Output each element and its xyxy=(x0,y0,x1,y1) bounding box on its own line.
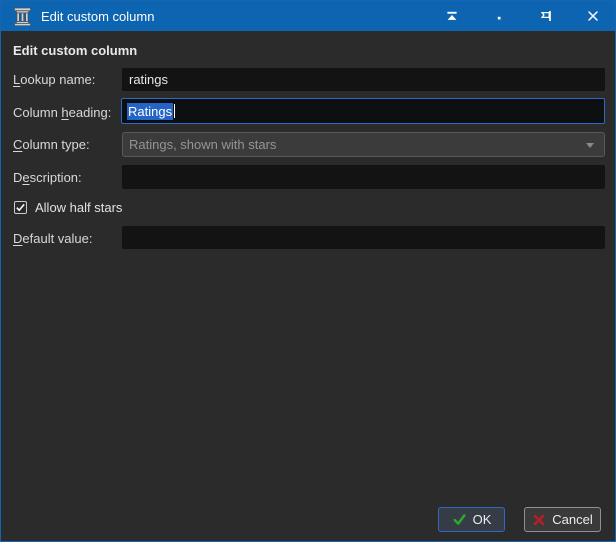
column-type-label: Column type: xyxy=(13,137,90,152)
titlebar[interactable]: Edit custom column xyxy=(1,1,615,31)
ok-button[interactable]: OK xyxy=(438,507,505,532)
checkbox-label: Allow half stars xyxy=(35,200,123,215)
column-type-combobox: Ratings, shown with stars xyxy=(122,132,605,157)
close-button[interactable] xyxy=(584,8,601,25)
checkbox-box[interactable] xyxy=(14,201,27,214)
cancel-button-label: Cancel xyxy=(552,512,593,527)
description-input[interactable] xyxy=(122,165,605,189)
cancel-button[interactable]: Cancel xyxy=(524,507,601,532)
minimize-dot-icon xyxy=(497,16,500,20)
shade-button[interactable] xyxy=(443,8,460,25)
close-icon xyxy=(587,11,598,21)
window-title: Edit custom column xyxy=(41,8,155,24)
column-heading-input[interactable]: Ratings xyxy=(121,98,605,124)
minimize-button[interactable] xyxy=(490,8,507,25)
shade-icon xyxy=(446,11,457,20)
lookup-name-input[interactable] xyxy=(122,68,605,91)
column-type-value: Ratings, shown with stars xyxy=(129,137,277,152)
default-value-label: Default value: xyxy=(13,231,93,246)
selected-text: Ratings xyxy=(127,102,174,120)
allow-half-stars-checkbox[interactable]: Allow half stars xyxy=(14,200,122,215)
pin-icon xyxy=(540,11,551,21)
x-icon xyxy=(534,514,545,525)
edit-custom-column-dialog: Edit custom column Edit custom column Lo… xyxy=(0,0,616,542)
default-value-input[interactable] xyxy=(122,226,605,249)
description-label: Description: xyxy=(13,170,82,185)
ok-button-label: OK xyxy=(472,512,492,527)
column-heading-label: Column heading: xyxy=(13,105,112,120)
text-caret xyxy=(174,104,176,118)
column-icon xyxy=(13,7,32,26)
lookup-name-label: Lookup name: xyxy=(13,72,96,87)
checkmark-icon xyxy=(16,203,25,212)
dialog-heading: Edit custom column xyxy=(13,43,138,58)
check-icon xyxy=(453,514,466,525)
window-controls xyxy=(443,8,603,25)
pin-button[interactable] xyxy=(537,8,554,25)
chevron-down-icon xyxy=(586,143,594,148)
